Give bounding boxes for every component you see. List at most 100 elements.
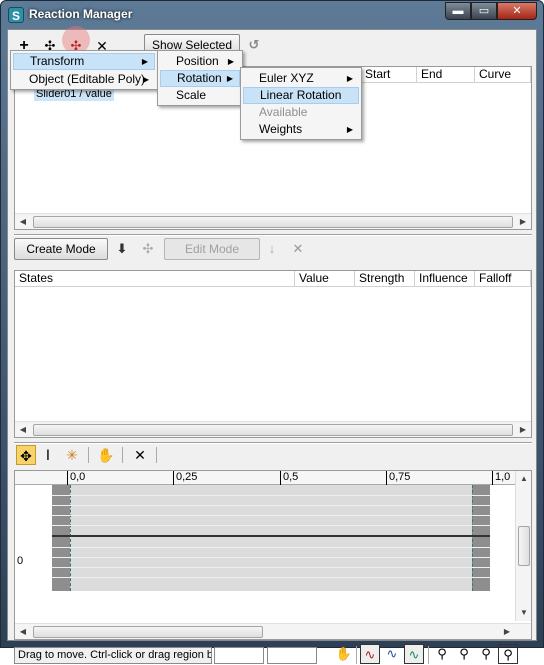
scroll-right-icon[interactable]: ▶	[515, 214, 531, 230]
scroll-thumb[interactable]	[33, 424, 513, 436]
down-arrow-icon[interactable]: ↓	[262, 239, 282, 259]
zoom-vertical-icon[interactable]: ⚲	[454, 644, 474, 664]
range-end-marker	[472, 485, 473, 591]
column-header-falloff[interactable]: Falloff	[475, 271, 531, 287]
column-header-value[interactable]: Value	[295, 271, 355, 287]
scroll-left-icon[interactable]: ◀	[15, 422, 31, 438]
separator	[156, 447, 157, 463]
magnify-icon[interactable]: ⚲	[476, 644, 496, 664]
menu-item-label: Transform	[30, 54, 85, 68]
column-header-strength[interactable]: Strength	[355, 271, 415, 287]
scroll-right-icon[interactable]: ▶	[515, 422, 531, 438]
reactions-horizontal-scrollbar[interactable]: ◀ ▶	[15, 213, 531, 229]
curve-graph[interactable]	[52, 485, 490, 591]
separator	[122, 447, 123, 463]
menu-item-label: Position	[176, 54, 219, 68]
out-of-range-right	[472, 485, 490, 591]
separator	[428, 646, 429, 664]
ruler-label: 0,75	[386, 471, 410, 485]
scroll-up-icon[interactable]: ▲	[516, 471, 532, 487]
pan-icon[interactable]: ✋	[96, 445, 116, 465]
scroll-thumb[interactable]	[518, 526, 530, 566]
menu-item-transform[interactable]: Transform ▶	[13, 53, 155, 70]
scroll-right-icon[interactable]: ▶	[499, 624, 515, 640]
submenu-arrow-icon: ▶	[346, 74, 353, 83]
add-state-icon[interactable]: ⬇	[112, 239, 132, 259]
menu-item-weights[interactable]: Weights ▶	[243, 121, 359, 138]
y-axis-label: 0	[17, 555, 24, 567]
menu-item-label: Object (Editable Poly)	[29, 72, 146, 86]
pan-view-icon[interactable]: ✋	[334, 644, 354, 664]
column-header-start[interactable]: Start	[361, 67, 417, 83]
create-mode-button[interactable]: Create Mode	[14, 238, 108, 260]
submenu-arrow-icon: ▶	[227, 57, 234, 66]
menu-level-3: Euler XYZ ▶ Linear Rotation Available We…	[240, 67, 362, 140]
ruler-label: 0,0	[67, 471, 85, 485]
maximize-button[interactable]: ▭	[471, 2, 497, 20]
grid-line	[52, 567, 490, 568]
states-horizontal-scrollbar[interactable]: ◀ ▶	[15, 421, 531, 437]
title-bar[interactable]: S Reaction Manager ▬ ▭ ✕	[1, 1, 543, 29]
menu-level-1: Transform ▶ Object (Editable Poly) ▶	[10, 50, 158, 90]
status-field-1[interactable]	[214, 647, 264, 664]
grid-line	[52, 547, 490, 548]
scroll-down-icon[interactable]: ▼	[516, 605, 532, 621]
menu-item-scale[interactable]: Scale	[160, 87, 240, 104]
separator	[356, 646, 357, 664]
scroll-left-icon[interactable]: ◀	[15, 214, 31, 230]
zoom-icon[interactable]: ⚲	[432, 644, 452, 664]
insert-point-icon[interactable]: ✳	[62, 445, 82, 465]
menu-item-label: Linear Rotation	[260, 88, 342, 102]
menu-item-euler-xyz[interactable]: Euler XYZ ▶	[243, 70, 359, 87]
column-header-curve[interactable]: Curve	[475, 67, 531, 83]
vertical-scrollbar[interactable]: ▲ ▼	[515, 471, 531, 621]
window-title: Reaction Manager	[29, 7, 133, 21]
column-header-states[interactable]: States	[15, 271, 295, 287]
status-message: Drag to move. Ctrl-click or drag region …	[14, 647, 212, 664]
menu-item-linear-rotation[interactable]: Linear Rotation	[243, 87, 359, 104]
minimize-button[interactable]: ▬	[445, 2, 471, 20]
grid-line	[52, 557, 490, 558]
menu-item-label: Weights	[259, 122, 303, 136]
edit-mode-button[interactable]: Edit Mode	[164, 238, 260, 260]
append-state-icon[interactable]: ✣	[138, 239, 158, 259]
scroll-left-icon[interactable]: ◀	[15, 624, 31, 640]
ruler-label: 0,5	[280, 471, 298, 485]
ruler-label: 1,0	[492, 471, 510, 485]
splitter[interactable]	[14, 234, 532, 236]
states-panel: States Value Strength Influence Falloff …	[14, 270, 532, 438]
move-icon[interactable]: ✥	[16, 445, 36, 465]
client-area: + ✣ ✣ ✕ Show Selected ↺ Start End Curve …	[7, 26, 537, 664]
scroll-thumb[interactable]	[33, 216, 513, 228]
menu-item-rotation[interactable]: Rotation ▶	[160, 70, 240, 87]
column-header-influence[interactable]: Influence	[415, 271, 475, 287]
curve-horizontal-scrollbar[interactable]: ◀ ▶	[15, 623, 531, 639]
separator	[88, 447, 89, 463]
refresh-icon[interactable]: ↺	[244, 35, 264, 55]
scale-vertical-icon[interactable]: Ⅰ	[38, 445, 58, 465]
submenu-arrow-icon: ▶	[226, 74, 233, 83]
close-button[interactable]: ✕	[497, 2, 537, 20]
submenu-arrow-icon: ▶	[346, 125, 353, 134]
zoom-region-icon[interactable]: ⚲	[498, 644, 518, 664]
delete-point-icon[interactable]: ✕	[130, 445, 150, 465]
submenu-arrow-icon: ▶	[142, 75, 149, 84]
reaction-manager-window: S Reaction Manager ▬ ▭ ✕ + ✣ ✣ ✕ Show Se…	[0, 0, 544, 664]
app-icon: S	[8, 7, 24, 23]
menu-level-2: Position ▶ Rotation ▶ Scale	[157, 50, 243, 106]
ruler-label: 0,25	[173, 471, 197, 485]
zoom-value-icon[interactable]: ∿	[404, 644, 424, 664]
grid-line	[52, 505, 490, 506]
grid-line	[52, 525, 490, 526]
delete-state-icon[interactable]: ✕	[288, 239, 308, 259]
scroll-thumb[interactable]	[33, 626, 263, 638]
menu-item-position[interactable]: Position ▶	[160, 53, 240, 70]
column-header-end[interactable]: End	[417, 67, 475, 83]
status-field-2[interactable]	[267, 647, 317, 664]
splitter[interactable]	[14, 442, 532, 444]
menu-item-label: Available	[259, 105, 308, 119]
menu-item-object-editable-poly[interactable]: Object (Editable Poly) ▶	[13, 71, 155, 88]
zoom-horizontal-icon[interactable]: ∿	[382, 644, 402, 664]
menu-item-label: Scale	[176, 88, 207, 102]
zoom-extents-icon[interactable]: ∿	[360, 644, 380, 664]
